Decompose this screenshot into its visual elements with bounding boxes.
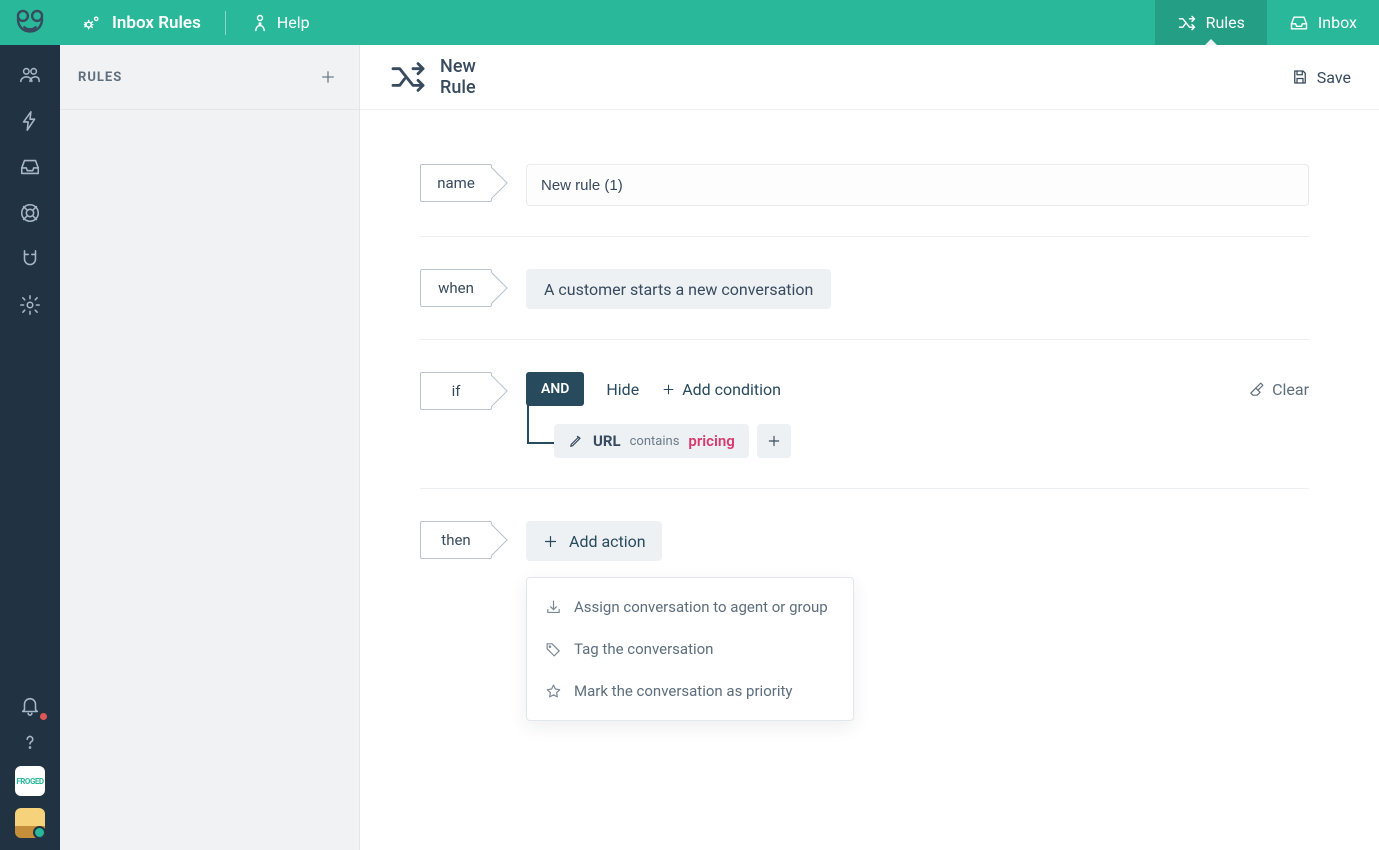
action-tag[interactable]: Tag the conversation (527, 628, 853, 670)
rail-lightning-icon[interactable] (15, 109, 45, 133)
add-rule-button[interactable] (315, 64, 341, 90)
rail-bell-icon[interactable] (15, 694, 45, 718)
save-button[interactable]: Save (1291, 68, 1351, 87)
action-priority[interactable]: Mark the conversation as priority (527, 670, 853, 712)
label-name: name (420, 164, 492, 202)
save-icon (1291, 68, 1309, 86)
rule-name-input[interactable] (526, 164, 1309, 206)
assign-icon (545, 599, 562, 616)
rail-people-icon[interactable] (15, 63, 45, 87)
plus-icon (661, 382, 676, 397)
rules-panel-heading: RULES (78, 70, 122, 85)
label-when: when (420, 269, 492, 307)
label-then: then (420, 521, 492, 559)
condition-key: URL (593, 432, 621, 450)
rail-gear-icon[interactable] (15, 293, 45, 317)
app-logo[interactable] (0, 0, 60, 45)
action-dropdown: Assign conversation to agent or group Ta… (526, 577, 854, 721)
tab-inbox[interactable]: Inbox (1267, 0, 1379, 45)
label-if: if (420, 372, 492, 410)
pencil-icon (568, 433, 584, 449)
help-person-icon (250, 13, 270, 33)
add-sibling-condition-button[interactable] (757, 424, 791, 458)
hide-conditions-link[interactable]: Hide (606, 380, 639, 399)
condition-value: pricing (688, 432, 734, 450)
shuffle-icon (1177, 13, 1197, 33)
frog-icon (13, 6, 47, 40)
topbar-title: Inbox Rules (82, 13, 201, 33)
inbox-icon (1289, 13, 1309, 33)
rail-lifebuoy-icon[interactable] (15, 201, 45, 225)
eraser-icon (1248, 381, 1265, 398)
condition-op: contains (630, 434, 680, 449)
topbar-divider (225, 11, 226, 35)
star-icon (545, 683, 562, 700)
condition-chip[interactable]: URL contains pricing (554, 424, 749, 458)
gears-icon (82, 13, 102, 33)
plus-icon (542, 533, 559, 550)
rail-user-avatar[interactable] (15, 808, 45, 838)
rail-help-icon[interactable] (15, 730, 45, 754)
main-area: New Rule Save name when A customer start… (360, 45, 1379, 850)
rail-workspace-avatar[interactable]: FROGED (15, 766, 45, 796)
add-condition-link[interactable]: Add condition (661, 380, 781, 399)
when-trigger-select[interactable]: A customer starts a new conversation (526, 269, 831, 309)
tab-rules[interactable]: Rules (1155, 0, 1267, 45)
page-title: New Rule (388, 56, 476, 98)
rail-inbox-icon[interactable] (15, 155, 45, 179)
help-link[interactable]: Help (250, 13, 310, 33)
add-action-button[interactable]: Add action (526, 521, 662, 561)
clear-conditions-link[interactable]: Clear (1248, 380, 1309, 399)
logic-and-chip[interactable]: AND (526, 372, 584, 406)
rules-list-panel: RULES (60, 45, 360, 850)
tag-icon (545, 641, 562, 658)
plus-icon (319, 68, 337, 86)
action-assign[interactable]: Assign conversation to agent or group (527, 586, 853, 628)
shuffle-icon (388, 57, 428, 97)
rail-magnet-icon[interactable] (15, 247, 45, 271)
topbar: Inbox Rules Help Rules Inbox (60, 0, 1379, 45)
left-icon-rail: FROGED (0, 0, 60, 850)
plus-icon (766, 433, 782, 449)
